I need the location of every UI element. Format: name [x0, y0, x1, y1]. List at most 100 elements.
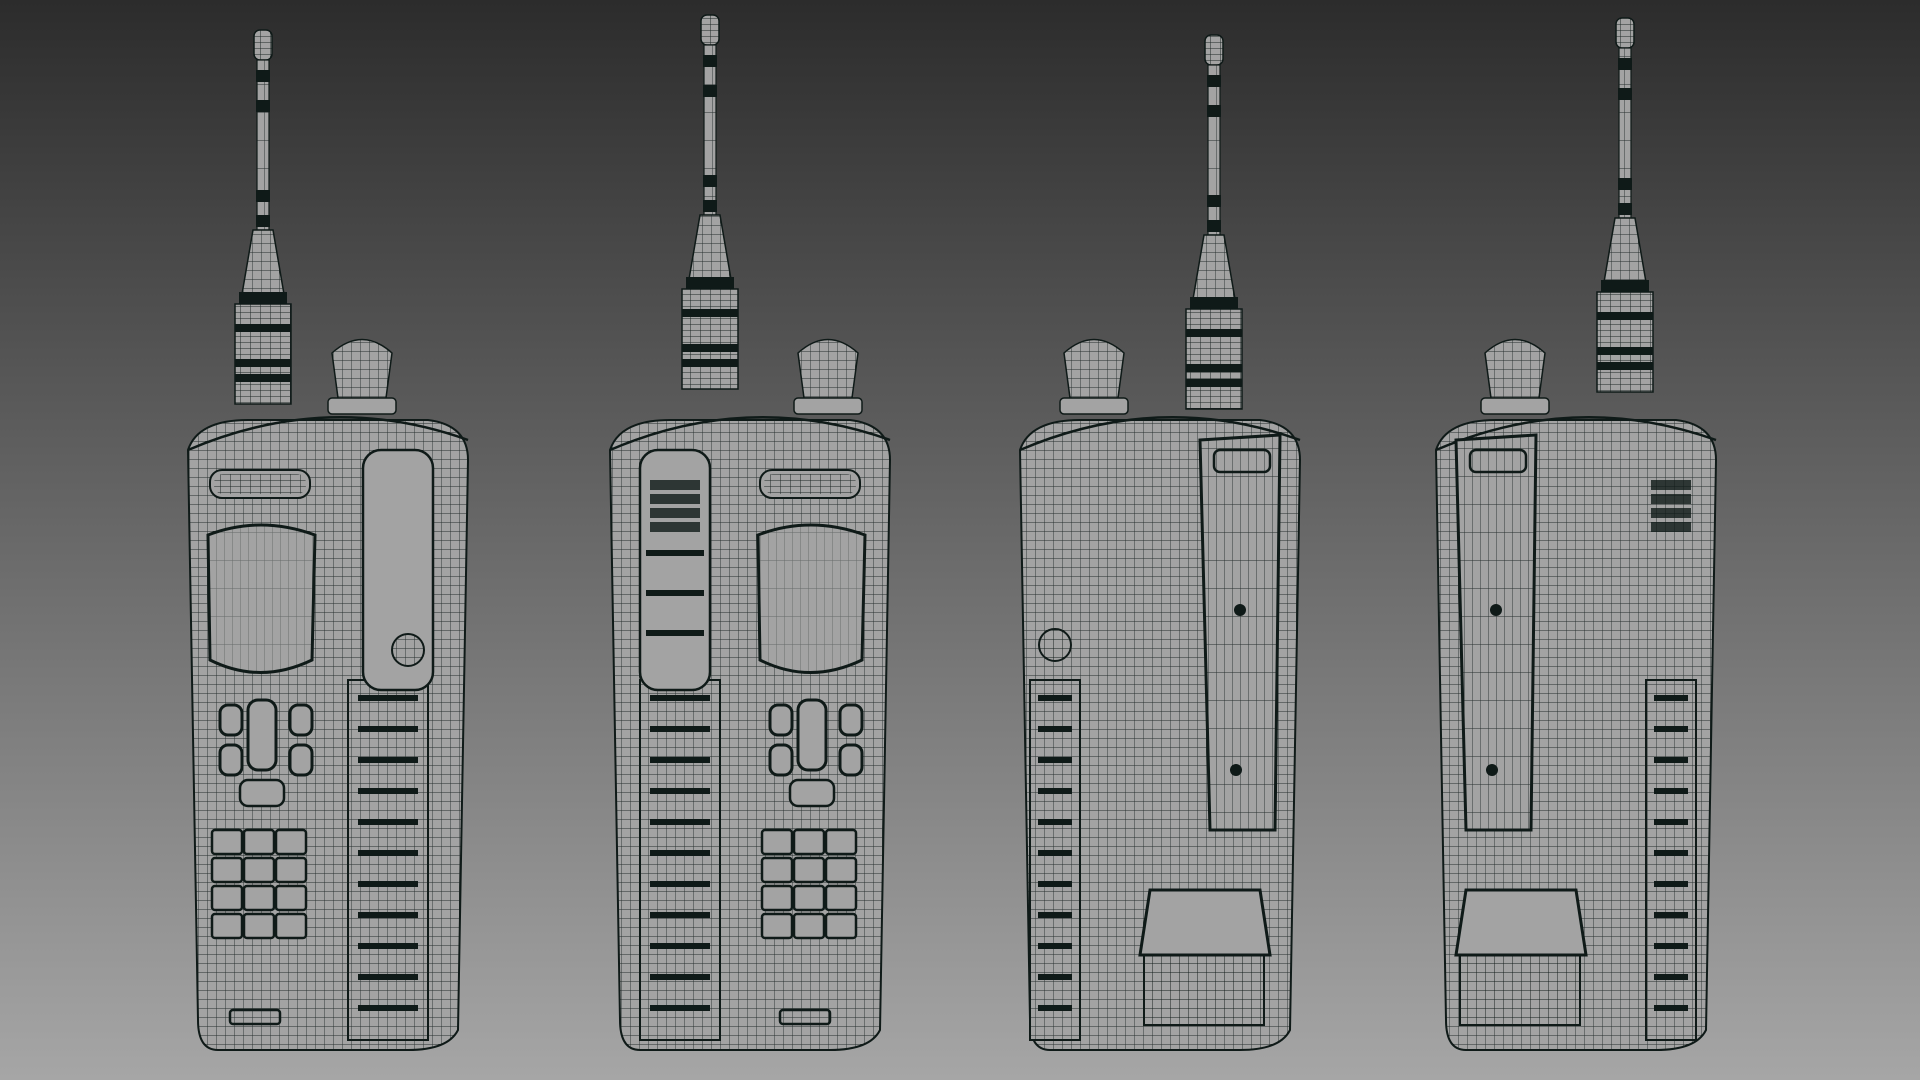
knob-base — [1059, 397, 1129, 415]
side-rail-ridge — [358, 850, 418, 856]
antenna-band — [703, 200, 717, 212]
antenna-base-band — [1186, 329, 1242, 337]
antenna-band — [1207, 220, 1221, 232]
keypad-key — [210, 828, 244, 856]
side-rail-ridge — [1038, 695, 1072, 701]
keypad-key — [760, 828, 794, 856]
battery-panel — [1459, 954, 1581, 1026]
side-rail-ridge — [1654, 819, 1688, 825]
speaker-slot-wire — [764, 474, 856, 494]
clip-screw — [1486, 764, 1498, 776]
knob-base — [1480, 397, 1550, 415]
side-rail-ridge — [1654, 943, 1688, 949]
keypad-key — [792, 856, 826, 884]
vent-slot — [650, 508, 700, 518]
battery-panel — [1143, 954, 1265, 1026]
keypad-key — [760, 856, 794, 884]
antenna-tip-wire — [254, 30, 272, 60]
vent-slot — [1651, 480, 1691, 490]
side-rail-ridge — [650, 819, 710, 825]
nav-side-button — [768, 743, 794, 777]
keypad-key — [760, 912, 794, 940]
antenna-band — [1618, 203, 1632, 215]
side-rail-ridge — [358, 943, 418, 949]
side-rail-ridge — [358, 912, 418, 918]
keypad-key — [274, 856, 308, 884]
antenna-base-band — [682, 309, 738, 317]
clip-screw — [1490, 604, 1502, 616]
antenna-band — [256, 215, 270, 227]
keypad-key — [792, 884, 826, 912]
nav-side-button — [218, 743, 244, 777]
keypad-key — [210, 912, 244, 940]
side-rail-wire — [1030, 680, 1080, 1040]
nav-side-button — [838, 703, 864, 737]
antenna-collar — [686, 277, 734, 289]
antenna-base-wire — [1597, 292, 1653, 392]
antenna-collar — [1601, 280, 1649, 292]
side-rail-ridge — [1038, 1005, 1072, 1011]
keypad-key — [274, 884, 308, 912]
side-rail-ridge — [650, 850, 710, 856]
antenna-base-band — [1597, 362, 1653, 370]
accessory-jack — [1038, 628, 1072, 662]
nav-side-button — [218, 703, 244, 737]
antenna-rod-wire — [704, 45, 716, 215]
nav-lower-button — [788, 778, 836, 808]
antenna-rod-wire — [257, 60, 269, 230]
side-rail-ridge — [358, 695, 418, 701]
accessory-jack — [391, 633, 425, 667]
side-rail-ridge — [358, 726, 418, 732]
vent-slot — [1651, 508, 1691, 518]
antenna-tip-wire — [701, 15, 719, 45]
antenna-base-wire — [1186, 309, 1242, 409]
side-rail-ridge — [1038, 788, 1072, 794]
keypad-key — [274, 912, 308, 940]
side-rail-ridge — [650, 912, 710, 918]
side-rail-ridge — [1654, 726, 1688, 732]
vent-slot — [650, 494, 700, 504]
side-rail-ridge — [358, 881, 418, 887]
nav-center-button — [796, 698, 828, 772]
side-rail-ridge — [650, 788, 710, 794]
keypad-key — [824, 912, 858, 940]
keypad-key — [792, 912, 826, 940]
side-rail-ridge — [358, 1005, 418, 1011]
keypad-key — [242, 828, 276, 856]
wireframe-scene — [0, 0, 1920, 1080]
speaker-slot-wire — [214, 474, 306, 494]
nav-center-button — [246, 698, 278, 772]
keypad-key — [274, 828, 308, 856]
side-rail-ridge — [650, 881, 710, 887]
side-rail-ridge — [650, 695, 710, 701]
antenna-base-band — [1597, 312, 1653, 320]
side-rail-ridge — [1038, 819, 1072, 825]
knob-base — [793, 397, 863, 415]
antenna-band — [1207, 75, 1221, 87]
keypad-key — [824, 884, 858, 912]
side-rail-ridge — [1038, 912, 1072, 918]
render-viewport — [0, 0, 1920, 1080]
battery-latch — [1454, 888, 1588, 957]
antenna-band — [256, 70, 270, 82]
antenna-collar — [239, 292, 287, 304]
side-rail-ridge — [650, 1005, 710, 1011]
side-rail-ridge — [1654, 1005, 1688, 1011]
side-rail-ridge — [1654, 850, 1688, 856]
nav-side-button — [768, 703, 794, 737]
antenna-base-band — [235, 359, 291, 367]
keypad-key — [242, 912, 276, 940]
vent-slot — [650, 522, 700, 532]
side-rail-ridge — [1038, 757, 1072, 763]
antenna-band — [1618, 178, 1632, 190]
keypad-key — [760, 884, 794, 912]
side-rail-ridge — [358, 788, 418, 794]
antenna-base-band — [1597, 347, 1653, 355]
keypad-key — [824, 856, 858, 884]
antenna-band — [256, 190, 270, 202]
volume-knob-wire — [332, 339, 392, 398]
antenna-base-band — [682, 359, 738, 367]
keypad-key — [242, 856, 276, 884]
display-screen-wire — [208, 525, 315, 673]
side-rail-ridge — [650, 757, 710, 763]
